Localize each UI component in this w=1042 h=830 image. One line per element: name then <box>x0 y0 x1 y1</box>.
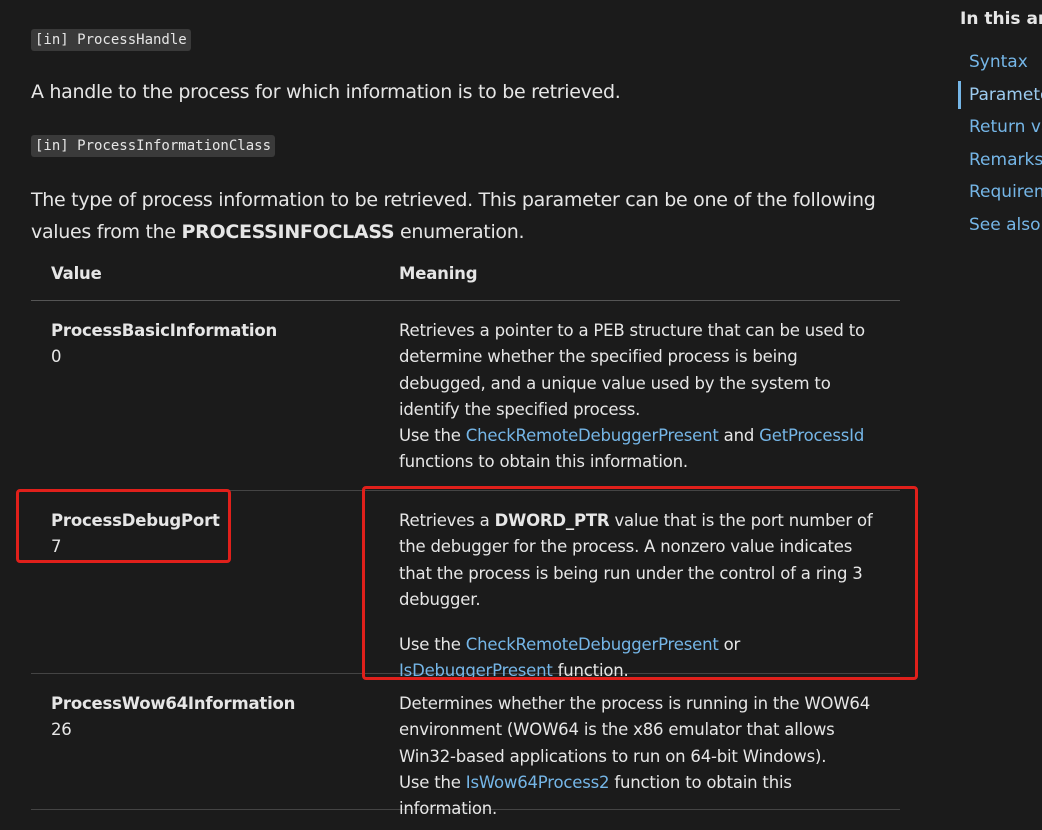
description-text: enumeration. <box>394 221 525 243</box>
docs-page: [in] ProcessHandle A handle to the proce… <box>0 0 1042 830</box>
usage-text: Use the <box>399 772 466 792</box>
table-row: ProcessBasicInformation 0 Retrieves a po… <box>31 301 900 491</box>
param-process-information-class-description: The type of process information to be re… <box>31 184 911 248</box>
value-name: ProcessWow64Information <box>51 694 296 713</box>
meaning-text: Determines whether the process is runnin… <box>399 694 871 766</box>
table-header-meaning: Meaning <box>399 264 478 283</box>
table-row: ProcessWow64Information 26 Determines wh… <box>31 674 900 818</box>
usage-text: and <box>718 426 760 446</box>
sidebar-heading: In this article <box>960 9 1042 29</box>
toc-item-see-also[interactable]: See also <box>958 211 1042 244</box>
table-header-row: Value Meaning <box>31 252 900 301</box>
toc-item-requirements[interactable]: Requirements <box>958 178 1042 211</box>
toc-item-return-value[interactable]: Return value <box>958 113 1042 146</box>
highlight-box-meaning <box>362 486 918 680</box>
param-process-information-class: [in] ProcessInformationClass <box>31 135 276 157</box>
enum-name: PROCESSINFOCLASS <box>181 221 395 243</box>
meaning-cell: Retrieves a pointer to a PEB structure t… <box>399 318 889 476</box>
highlight-box-value <box>16 489 231 563</box>
param-process-handle-description: A handle to the process for which inform… <box>31 81 621 103</box>
toc-item-syntax[interactable]: Syntax <box>958 48 1042 81</box>
value-cell: ProcessBasicInformation 0 <box>51 318 277 370</box>
toc-item-parameters[interactable]: Parameters <box>958 80 1042 114</box>
usage-text: functions to obtain this information. <box>399 452 688 472</box>
meaning-usage: Use the IsWow64Process2 function to obta… <box>399 770 889 823</box>
value-name: ProcessBasicInformation <box>51 321 278 340</box>
toc-list: Syntax Parameters Return value Remarks R… <box>958 48 1042 244</box>
table-header-value: Value <box>51 264 102 283</box>
link-get-process-id[interactable]: GetProcessId <box>759 426 864 445</box>
link-is-wow64-process2[interactable]: IsWow64Process2 <box>466 773 610 792</box>
meaning-usage: Use the CheckRemoteDebuggerPresent and G… <box>399 423 889 476</box>
usage-text: Use the <box>399 426 466 446</box>
in-this-article-sidebar: In this article Syntax Parameters Return… <box>958 0 1042 830</box>
value-cell: ProcessWow64Information 26 <box>51 691 295 743</box>
link-check-remote-debugger-present[interactable]: CheckRemoteDebuggerPresent <box>466 426 719 445</box>
meaning-cell: Determines whether the process is runnin… <box>399 691 889 822</box>
param-process-handle: [in] ProcessHandle <box>31 29 191 51</box>
value-number: 0 <box>51 347 62 366</box>
value-number: 26 <box>51 720 72 739</box>
meaning-text: Retrieves a pointer to a PEB structure t… <box>399 321 865 419</box>
toc-item-remarks[interactable]: Remarks <box>958 146 1042 179</box>
